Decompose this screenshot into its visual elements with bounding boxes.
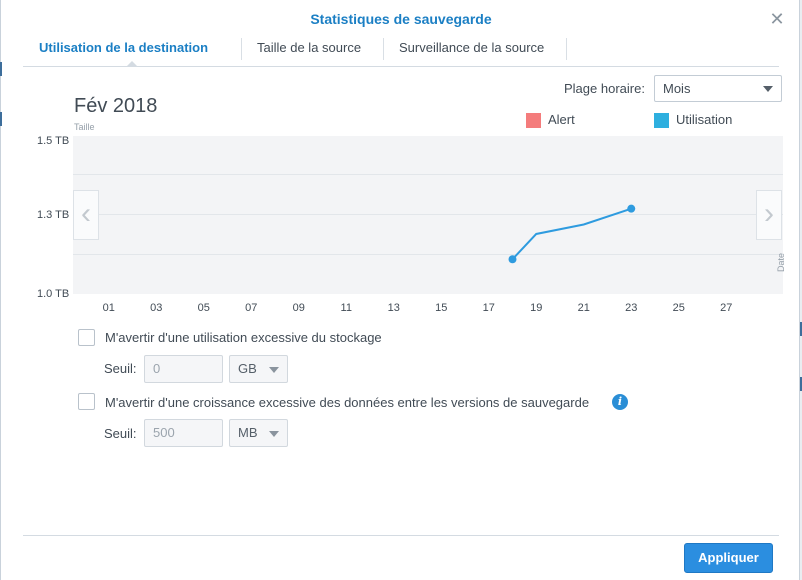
x-tick-label: 15 — [435, 302, 448, 314]
x-tick-label: 01 — [102, 302, 115, 314]
x-tick-label: 17 — [482, 302, 495, 314]
excessive-growth-checkbox[interactable] — [78, 393, 95, 410]
x-tick-label: 23 — [625, 302, 638, 314]
threshold-label: Seuil: — [104, 361, 137, 376]
data-point[interactable] — [508, 255, 517, 264]
backup-statistics-dialog: Statistiques de sauvegarde ✕ Utilisation… — [0, 0, 802, 580]
x-tick-label: 03 — [150, 302, 163, 314]
chart-next-button[interactable]: › — [756, 190, 782, 240]
x-tick-label: 21 — [577, 302, 590, 314]
storage-unit-value: GB — [238, 361, 257, 376]
usage-line-chart — [508, 204, 636, 264]
x-tick-label: 11 — [340, 302, 352, 314]
info-icon[interactable]: i — [612, 394, 628, 410]
apply-button[interactable]: Appliquer — [684, 543, 773, 573]
x-tick-label: 07 — [245, 302, 258, 314]
growth-unit-select[interactable]: MB — [229, 419, 288, 447]
x-tick-label: 25 — [672, 302, 685, 314]
excessive-growth-label: M'avertir d'une croissance excessive des… — [105, 395, 590, 410]
x-tick-label: 13 — [387, 302, 400, 314]
footer-divider — [23, 535, 779, 536]
growth-unit-value: MB — [238, 425, 258, 440]
growth-threshold-input[interactable]: 500 — [144, 419, 223, 447]
x-tick-label: 09 — [292, 302, 305, 314]
storage-threshold-input[interactable]: 0 — [144, 355, 223, 383]
chevron-down-icon — [269, 367, 279, 373]
x-tick-label: 19 — [530, 302, 543, 314]
excessive-storage-label: M'avertir d'une utilisation excessive du… — [105, 330, 382, 345]
x-tick-label: 27 — [720, 302, 733, 314]
series-line-usage — [511, 207, 632, 260]
data-point[interactable] — [627, 204, 636, 213]
chevron-down-icon — [269, 431, 279, 437]
x-axis-caption: Date — [776, 252, 786, 272]
threshold-label: Seuil: — [104, 426, 137, 441]
excessive-storage-checkbox[interactable] — [78, 329, 95, 346]
storage-unit-select[interactable]: GB — [229, 355, 288, 383]
x-tick-label: 05 — [197, 302, 210, 314]
chart-previous-button[interactable]: ‹ — [73, 190, 99, 240]
